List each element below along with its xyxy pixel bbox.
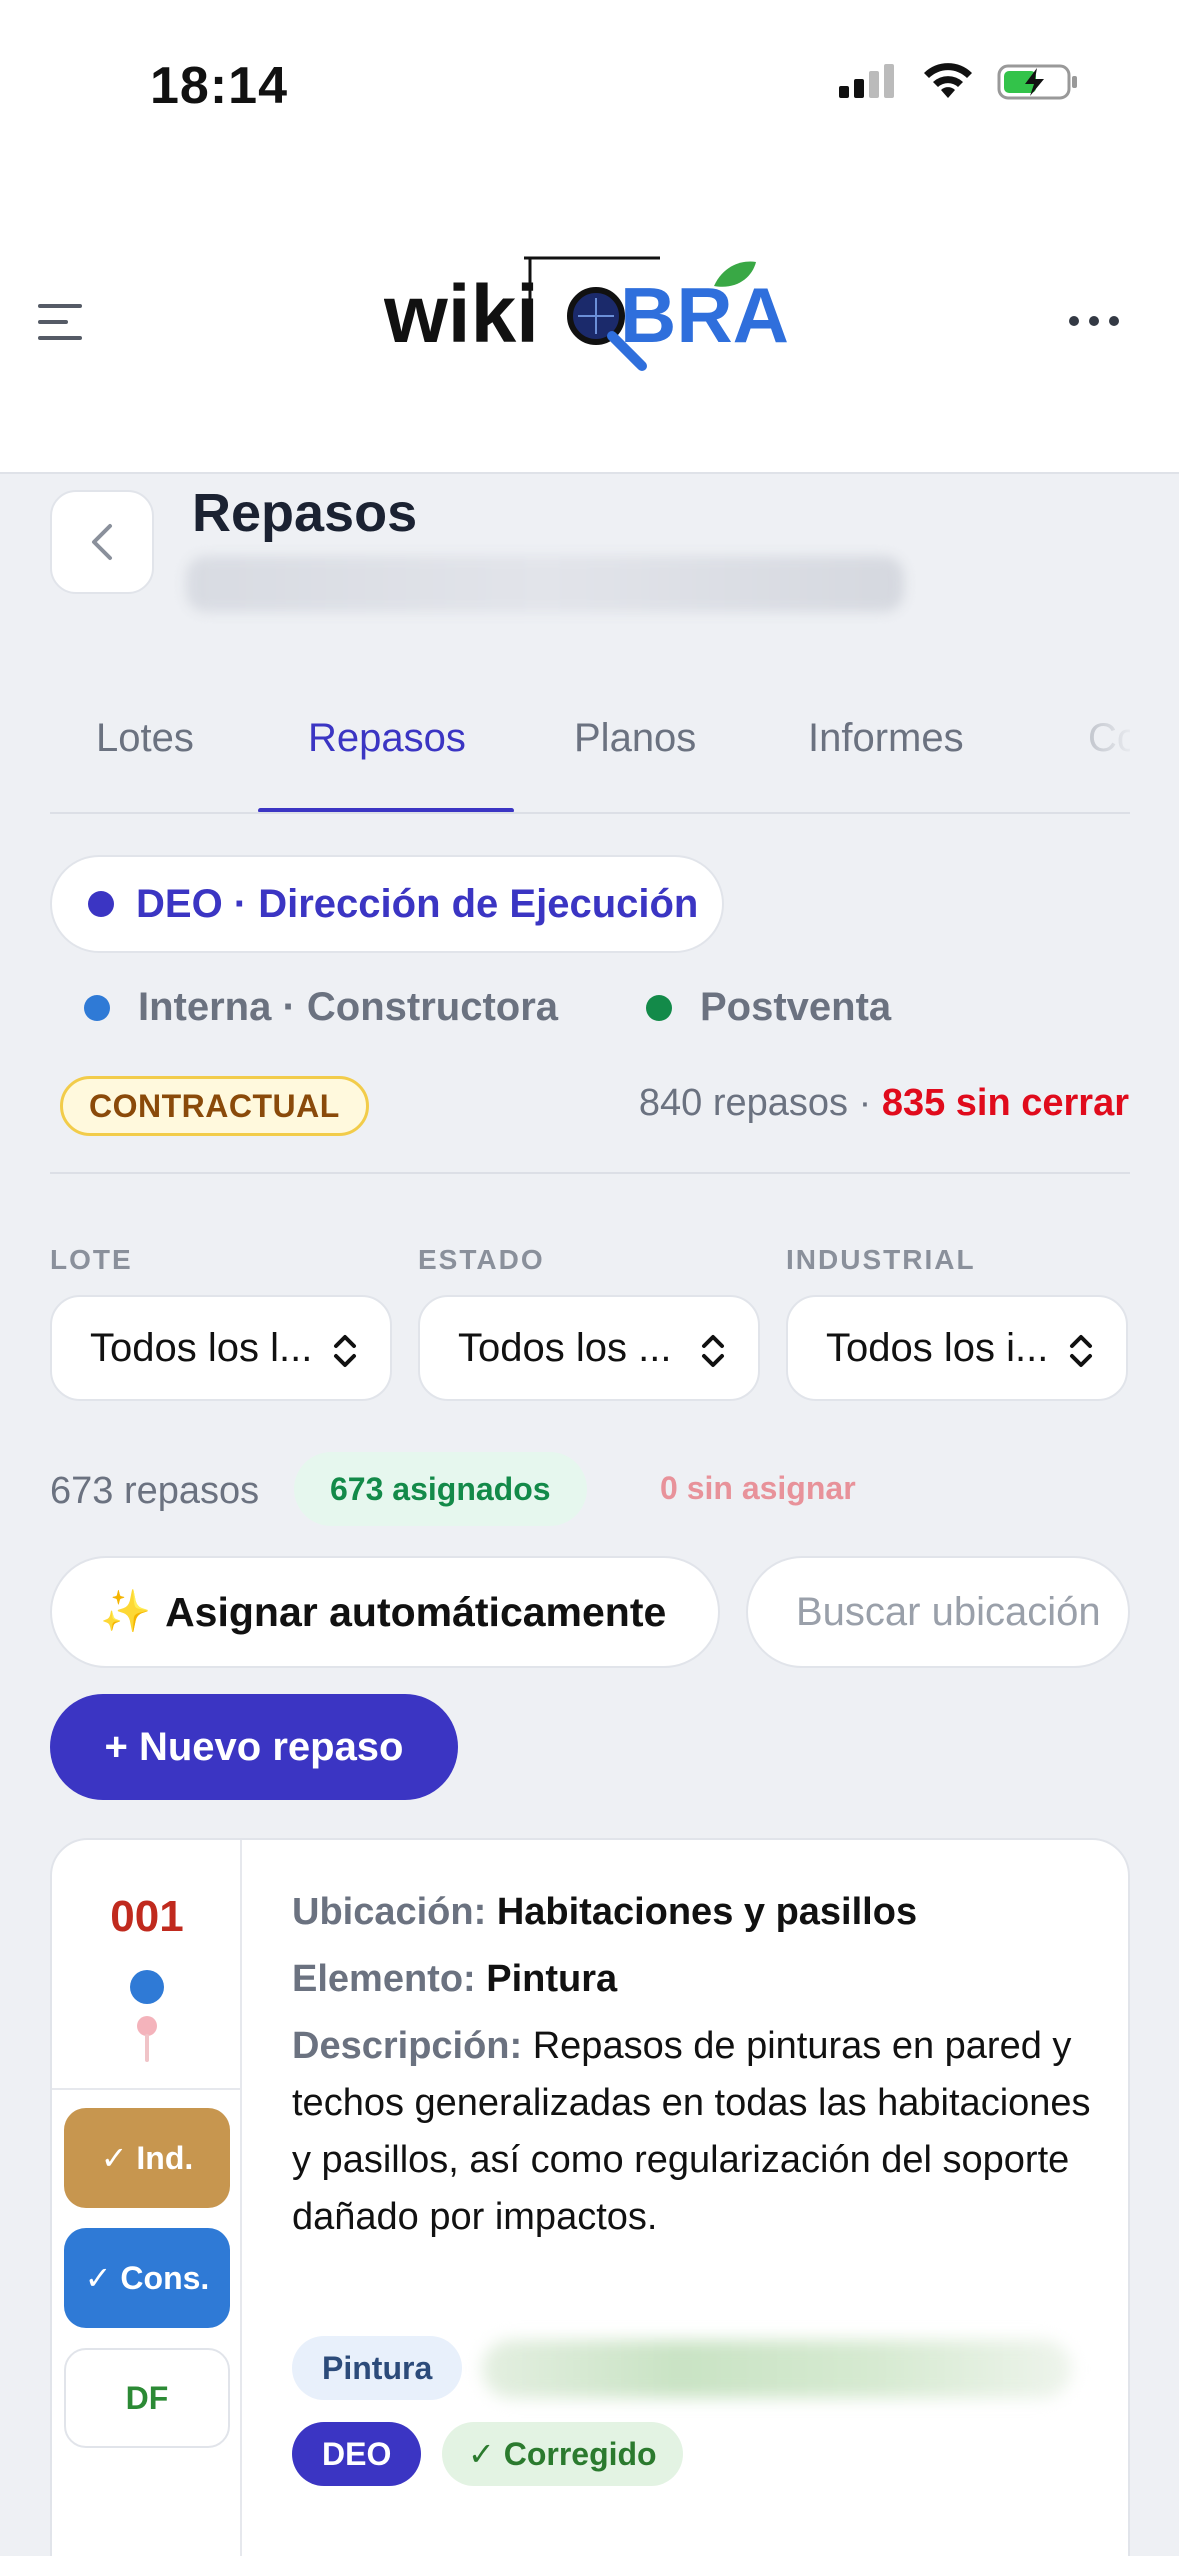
filter-deo-pill[interactable]: DEO · Dirección de Ejecución xyxy=(50,855,724,953)
lote-select-value: Todos los l... xyxy=(90,1325,313,1370)
search-location-input[interactable] xyxy=(746,1556,1130,1668)
filter-postventa[interactable]: Postventa xyxy=(646,985,891,1030)
logo-text-left: wiki xyxy=(384,269,539,360)
tab-bar: Lotes Repasos Planos Informes Co xyxy=(50,690,1130,814)
element-field: Elemento: Pintura xyxy=(292,1951,1092,2008)
total-count: 840 repasos xyxy=(638,1082,849,1124)
status-badge: ✓ Corregido xyxy=(442,2422,683,2486)
status-icons xyxy=(839,62,1079,102)
repaso-card[interactable]: 001 ✓ Ind. ✓ Cons. DF Ubicación: Habitac… xyxy=(50,1838,1130,2556)
postventa-dot-icon xyxy=(646,994,672,1021)
deo-dot-icon xyxy=(88,891,114,917)
page-title: Repasos xyxy=(192,483,418,543)
repaso-number: 001 xyxy=(110,1892,184,1941)
check-constructora[interactable]: ✓ Cons. xyxy=(64,2228,230,2328)
tab-planos[interactable]: Planos xyxy=(574,716,696,761)
redacted-subtitle xyxy=(186,556,904,612)
estado-select-value: Todos los ... xyxy=(458,1325,672,1370)
tab-informes[interactable]: Informes xyxy=(808,716,964,761)
check-df[interactable]: DF xyxy=(64,2348,230,2448)
filter-estado-label: ESTADO xyxy=(418,1244,545,1275)
card-sidebar-divider xyxy=(52,2088,242,2090)
wikiobra-logo: wiki BRA xyxy=(383,250,804,380)
description-field: Descripción: Repasos de pinturas en pare… xyxy=(292,2018,1092,2246)
card-sidebar: 001 ✓ Ind. ✓ Cons. DF xyxy=(52,1840,242,2556)
app-header: wiki BRA xyxy=(0,170,1179,474)
repasos-summary: 840 repasos · 835 sin cerrar xyxy=(639,1082,1129,1125)
status-bar: 18:14 xyxy=(0,0,1179,170)
assignment-row: 673 repasos 673 asignados 0 sin asignar xyxy=(50,1450,1130,1530)
filter-deo-label: DEO · Dirección de Ejecución xyxy=(136,881,699,926)
location-field: Ubicación: Habitaciones y pasillos xyxy=(292,1884,1092,1941)
check-industrial[interactable]: ✓ Ind. xyxy=(64,2108,230,2208)
divider xyxy=(50,1172,1130,1174)
auto-assign-label: Asignar automáticamente xyxy=(165,1588,667,1635)
updown-chevron-icon xyxy=(1070,1335,1092,1367)
description-label: Descripción: xyxy=(292,2025,523,2067)
assigned-badge[interactable]: 673 asignados xyxy=(294,1452,587,1526)
auto-assign-button[interactable]: ✨ Asignar automáticamente xyxy=(50,1556,720,1668)
summary-separator: · xyxy=(858,1082,872,1124)
status-time: 18:14 xyxy=(150,57,288,115)
redacted-tag xyxy=(482,2340,1072,2398)
updown-chevron-icon xyxy=(334,1335,356,1367)
tab-repasos[interactable]: Repasos xyxy=(308,716,466,761)
origin-badge: DEO xyxy=(292,2422,422,2486)
filter-industrial-label: INDUSTRIAL xyxy=(786,1244,976,1275)
estado-select[interactable]: Todos los ... xyxy=(418,1295,760,1401)
cellular-signal-icon xyxy=(839,64,894,98)
wifi-icon xyxy=(924,63,972,98)
map-pin-icon[interactable] xyxy=(132,2014,162,2062)
chevron-left-icon xyxy=(92,524,112,560)
card-body: Ubicación: Habitaciones y pasillos Eleme… xyxy=(292,1884,1092,2246)
industrial-select-value: Todos los i... xyxy=(826,1325,1049,1370)
lote-select[interactable]: Todos los l... xyxy=(50,1295,392,1401)
industrial-select[interactable]: Todos los i... xyxy=(786,1295,1128,1401)
sparkles-icon: ✨ xyxy=(100,1588,152,1634)
battery-charging-icon xyxy=(997,64,1077,100)
unassigned-badge[interactable]: 0 sin asignar xyxy=(660,1470,856,1507)
open-count: 835 sin cerrar xyxy=(881,1082,1129,1124)
new-repaso-button[interactable]: + Nuevo repaso xyxy=(50,1694,458,1800)
element-value: Pintura xyxy=(486,1958,618,2000)
location-value: Habitaciones y pasillos xyxy=(496,1891,918,1933)
back-button[interactable] xyxy=(50,490,154,594)
active-tab-indicator xyxy=(258,808,514,812)
card-bottom-fade xyxy=(242,2490,1128,2556)
filter-interna[interactable]: Interna · Constructora xyxy=(84,985,558,1030)
tabs-scroll-fade xyxy=(990,690,1130,810)
location-label: Ubicación: xyxy=(292,1891,487,1933)
more-options-icon[interactable] xyxy=(1069,316,1119,326)
filter-lote-label: LOTE xyxy=(50,1244,133,1275)
filtered-count: 673 repasos xyxy=(50,1470,260,1512)
interna-dot-icon xyxy=(84,994,110,1021)
contractual-badge: CONTRACTUAL xyxy=(60,1076,369,1136)
tab-lotes[interactable]: Lotes xyxy=(96,716,194,761)
updown-chevron-icon xyxy=(702,1335,724,1367)
logo-text-right: BRA xyxy=(620,271,789,359)
category-tag: Pintura xyxy=(292,2336,463,2400)
type-dot-icon xyxy=(130,1970,164,2004)
filter-postventa-label: Postventa xyxy=(700,985,892,1029)
hamburger-menu-icon[interactable] xyxy=(38,304,84,342)
filter-interna-label: Interna · Constructora xyxy=(138,985,559,1029)
element-label: Elemento: xyxy=(292,1958,476,2000)
